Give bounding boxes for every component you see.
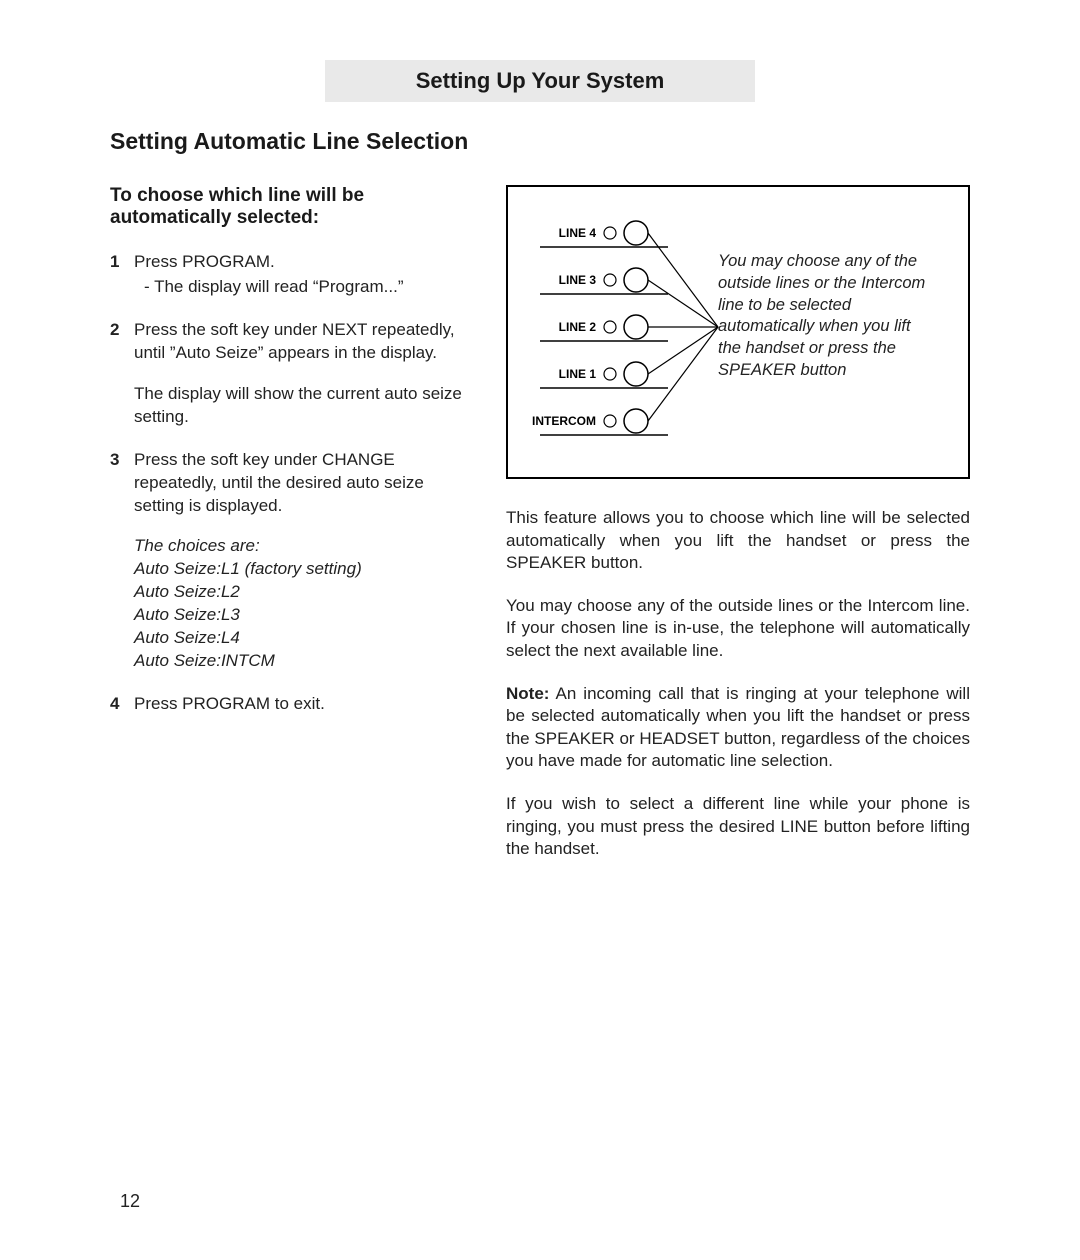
- feature-description-2: You may choose any of the outside lines …: [506, 595, 970, 663]
- step-note-text: The display will show the current auto s…: [134, 383, 470, 429]
- led-icon: [604, 368, 616, 380]
- step-2: 2 Press the soft key under NEXT repeated…: [110, 319, 470, 429]
- led-icon: [604, 227, 616, 239]
- procedure-heading: To choose which line will be automatical…: [110, 185, 470, 229]
- button-icon: [624, 315, 648, 339]
- step-number: 3: [110, 449, 134, 673]
- step-number: 4: [110, 693, 134, 716]
- choice-option: Auto Seize:L4: [134, 627, 470, 650]
- choice-option: Auto Seize:L2: [134, 581, 470, 604]
- note-text: An incoming call that is ringing at your…: [506, 684, 970, 771]
- step-main-text: Press the soft key under CHANGE repeated…: [134, 449, 470, 518]
- note-label: Note:: [506, 684, 549, 703]
- led-icon: [604, 415, 616, 427]
- feature-description-1: This feature allows you to choose which …: [506, 507, 970, 575]
- step-3: 3 Press the soft key under CHANGE repeat…: [110, 449, 470, 673]
- step-1: 1 Press PROGRAM. - The display will read…: [110, 251, 470, 299]
- step-body: Press PROGRAM. - The display will read “…: [134, 251, 470, 299]
- row-label: LINE 4: [559, 226, 597, 240]
- step-body: Press PROGRAM to exit.: [134, 693, 470, 716]
- step-main-text: Press PROGRAM.: [134, 251, 470, 274]
- step-4: 4 Press PROGRAM to exit.: [110, 693, 470, 716]
- page-number: 12: [120, 1191, 140, 1212]
- step-number: 1: [110, 251, 134, 299]
- button-icon: [624, 268, 648, 292]
- button-icon: [624, 362, 648, 386]
- choice-option: Auto Seize:INTCM: [134, 650, 470, 673]
- callout-lines: [648, 233, 718, 421]
- two-column-layout: To choose which line will be automatical…: [110, 185, 970, 881]
- step-number: 2: [110, 319, 134, 429]
- row-label: INTERCOM: [532, 414, 596, 428]
- button-icon: [624, 409, 648, 433]
- step-body: Press the soft key under CHANGE repeated…: [134, 449, 470, 673]
- right-column: LINE 4 LINE 3 LINE 2: [506, 185, 970, 881]
- choice-option: Auto Seize:L3: [134, 604, 470, 627]
- step-body: Press the soft key under NEXT repeatedly…: [134, 319, 470, 429]
- step-main-text: Press the soft key under NEXT repeatedly…: [134, 319, 470, 365]
- button-icon: [624, 221, 648, 245]
- note-paragraph: Note: An incoming call that is ringing a…: [506, 683, 970, 773]
- row-label: LINE 1: [559, 367, 597, 381]
- row-label: LINE 3: [559, 273, 597, 287]
- choices-intro: The choices are:: [134, 535, 470, 558]
- diagram-caption: You may choose any of the outside lines …: [718, 251, 936, 382]
- feature-description-3: If you wish to select a different line w…: [506, 793, 970, 861]
- led-icon: [604, 321, 616, 333]
- manual-page: Setting Up Your System Setting Automatic…: [0, 0, 1080, 1260]
- led-icon: [604, 274, 616, 286]
- line-selection-diagram: LINE 4 LINE 3 LINE 2: [506, 185, 970, 479]
- choice-option: Auto Seize:L1 (factory setting): [134, 558, 470, 581]
- step-sub-text: - The display will read “Program...”: [134, 276, 470, 299]
- step-main-text: Press PROGRAM to exit.: [134, 693, 470, 716]
- page-header-bar: Setting Up Your System: [325, 60, 755, 102]
- left-column: To choose which line will be automatical…: [110, 185, 470, 881]
- row-label: LINE 2: [559, 320, 597, 334]
- step-choices: The choices are: Auto Seize:L1 (factory …: [134, 535, 470, 673]
- section-title: Setting Automatic Line Selection: [110, 128, 970, 155]
